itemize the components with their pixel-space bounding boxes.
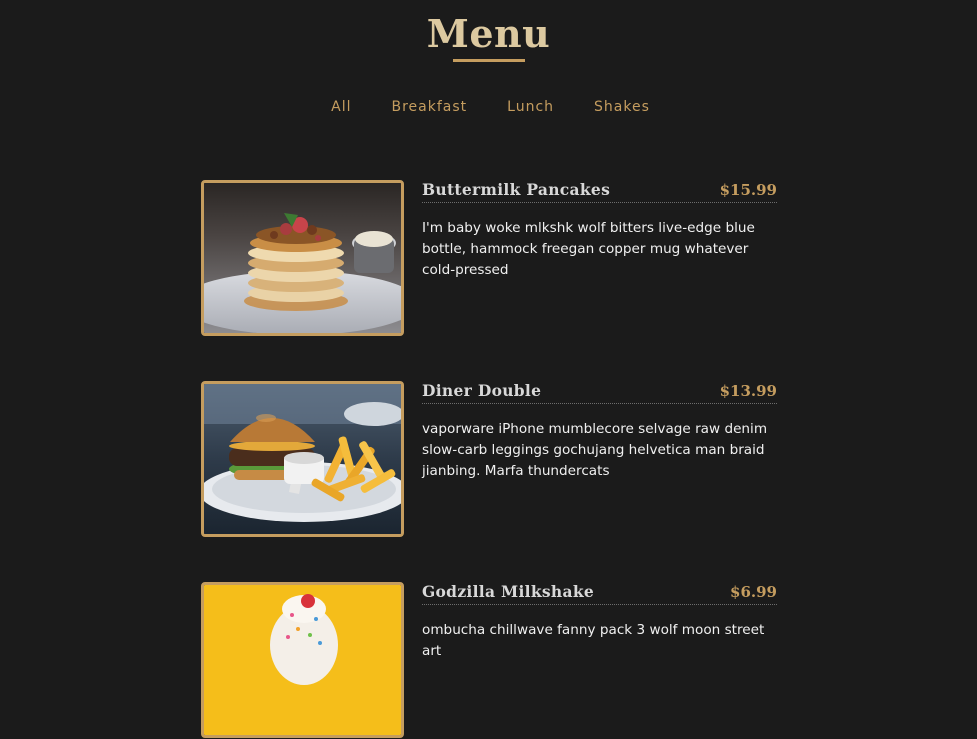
menu-item-info: Buttermilk Pancakes $15.99 I'm baby woke… — [422, 180, 777, 295]
filter-shakes-button[interactable]: Shakes — [594, 98, 650, 116]
menu-item-info: Diner Double $13.99 vaporware iPhone mum… — [422, 381, 777, 496]
burger-photo — [201, 381, 404, 537]
menu-item-name: Buttermilk Pancakes — [422, 180, 611, 199]
title-underline — [453, 59, 525, 62]
menu-item-price: $6.99 — [730, 583, 777, 601]
menu-item-price: $13.99 — [719, 382, 777, 400]
menu-item-description: ombucha chillwave fanny pack 3 wolf moon… — [422, 622, 765, 659]
menu-item-name: Diner Double — [422, 381, 542, 400]
menu-item-description: I'm baby woke mlkshk wolf bitters live-e… — [422, 220, 755, 278]
category-filters: All Breakfast Lunch Shakes — [0, 98, 977, 116]
pancakes-photo — [201, 180, 404, 336]
menu-item: Buttermilk Pancakes $15.99 I'm baby woke… — [201, 180, 777, 337]
menu-item-description: vaporware iPhone mumblecore selvage raw … — [422, 421, 768, 479]
page-title: Menu — [426, 11, 551, 56]
filter-breakfast-button[interactable]: Breakfast — [391, 98, 467, 116]
filter-lunch-button[interactable]: Lunch — [507, 98, 554, 116]
menu-item-price: $15.99 — [719, 181, 777, 199]
milkshake-photo — [201, 582, 404, 738]
filter-all-button[interactable]: All — [331, 98, 351, 116]
menu-item-header: Godzilla Milkshake $6.99 — [422, 582, 777, 605]
menu-item: Godzilla Milkshake $6.99 ombucha chillwa… — [201, 582, 777, 739]
menu-item-info: Godzilla Milkshake $6.99 ombucha chillwa… — [422, 582, 777, 676]
menu-item-header: Buttermilk Pancakes $15.99 — [422, 180, 777, 203]
menu-item: Diner Double $13.99 vaporware iPhone mum… — [201, 381, 777, 538]
menu-item-name: Godzilla Milkshake — [422, 582, 595, 601]
menu-item-header: Diner Double $13.99 — [422, 381, 777, 404]
